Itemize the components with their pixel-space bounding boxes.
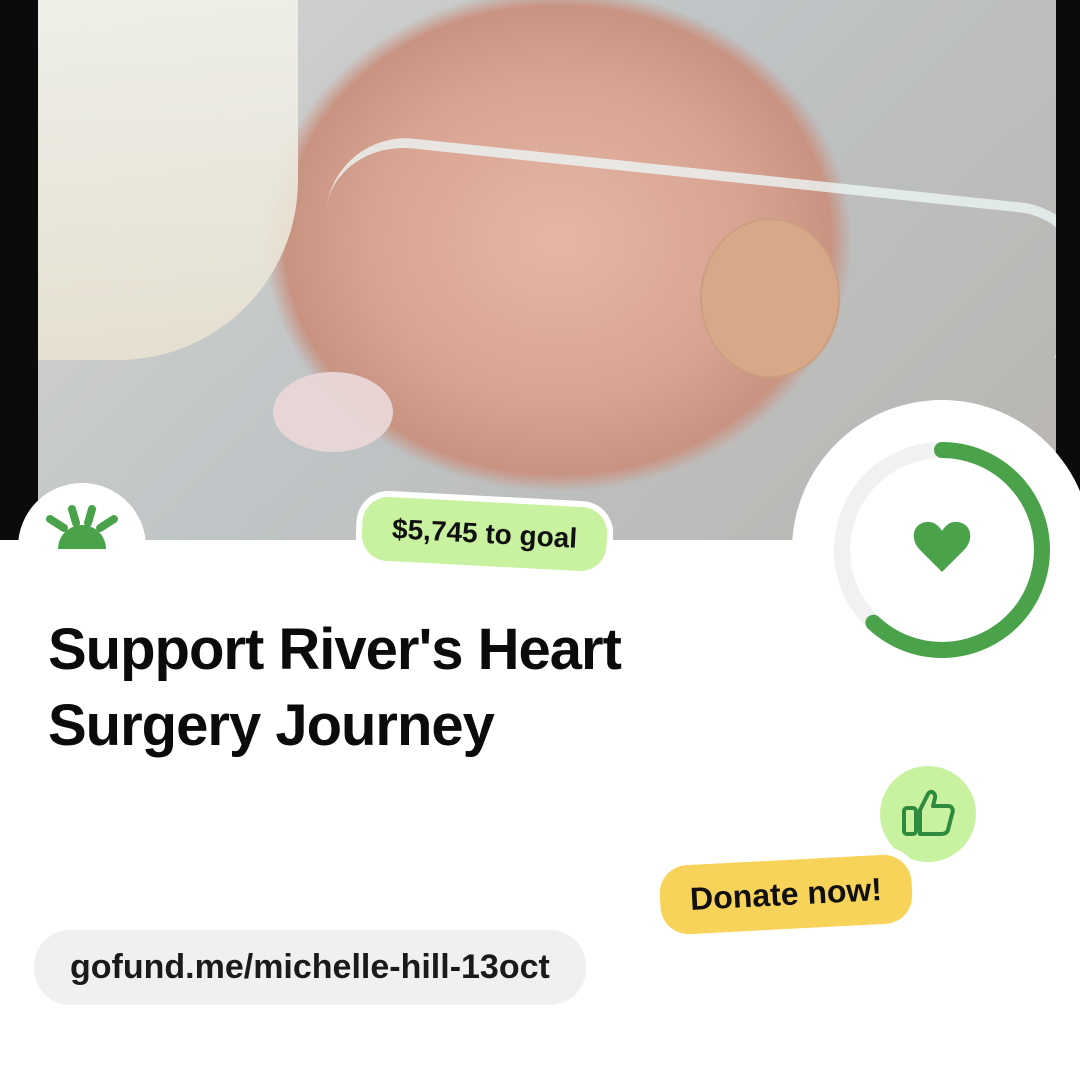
goal-remaining-text: $5,745 to goal xyxy=(391,513,578,554)
heart-icon xyxy=(913,521,971,572)
progress-ring-svg xyxy=(834,442,1050,658)
campaign-title: Support River's Heart Surgery Journey xyxy=(48,617,622,758)
donate-button[interactable]: Donate now! xyxy=(658,853,914,936)
donate-button-label: Donate now! xyxy=(689,871,883,917)
chest-electrode xyxy=(273,372,393,452)
campaign-url-link[interactable]: gofund.me/michelle-hill-13oct xyxy=(34,930,586,1005)
nasal-cannula xyxy=(315,130,1056,390)
goal-remaining-badge: $5,745 to goal xyxy=(360,495,609,573)
progress-ring xyxy=(792,400,1080,700)
blanket-area xyxy=(38,0,298,360)
gofundme-logo xyxy=(18,483,146,611)
thumbs-up-badge xyxy=(880,766,976,862)
sun-logo-icon xyxy=(46,505,118,549)
thumbs-up-icon xyxy=(902,789,955,836)
campaign-url-text: gofund.me/michelle-hill-13oct xyxy=(70,948,550,986)
fundraiser-card: $5,745 to goal Support River's Heart Sur… xyxy=(0,0,1080,1080)
